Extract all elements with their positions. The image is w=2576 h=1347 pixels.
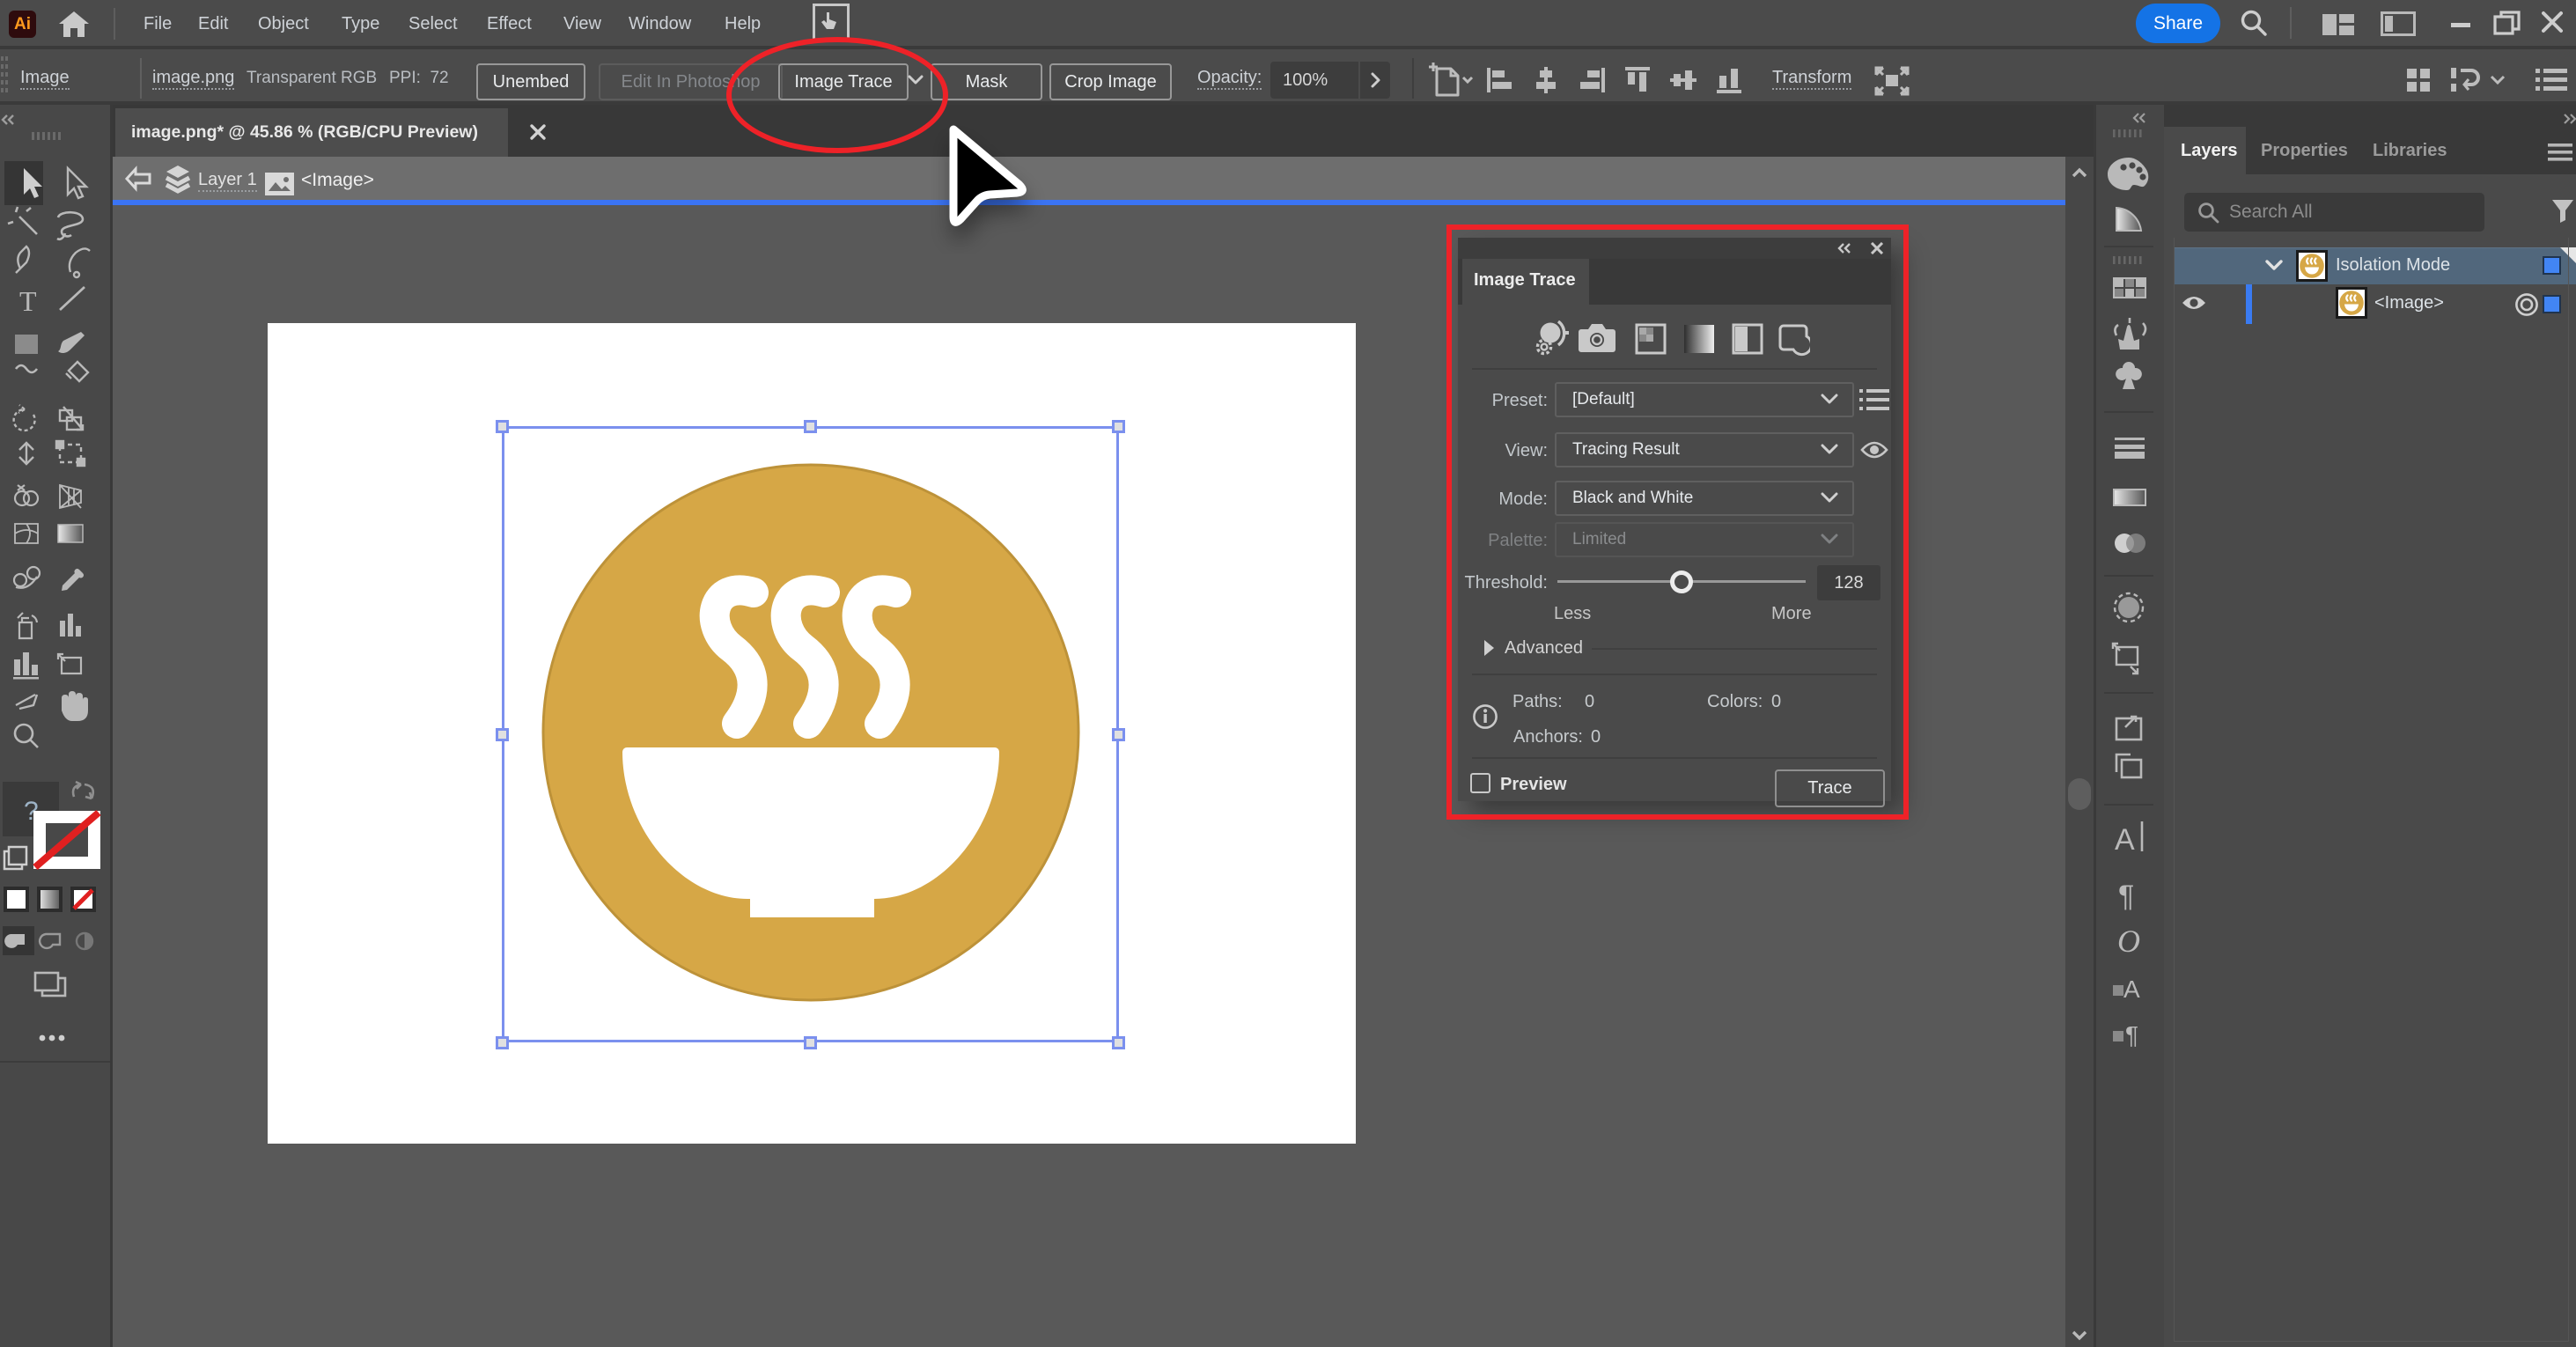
svg-text:T: T [19,285,37,317]
svg-text:A: A [2115,823,2135,857]
svg-text:¶: ¶ [2118,880,2134,913]
svg-text:¶: ¶ [2125,1021,2138,1049]
svg-text:O: O [2117,924,2140,959]
svg-text:A: A [2123,975,2140,1003]
